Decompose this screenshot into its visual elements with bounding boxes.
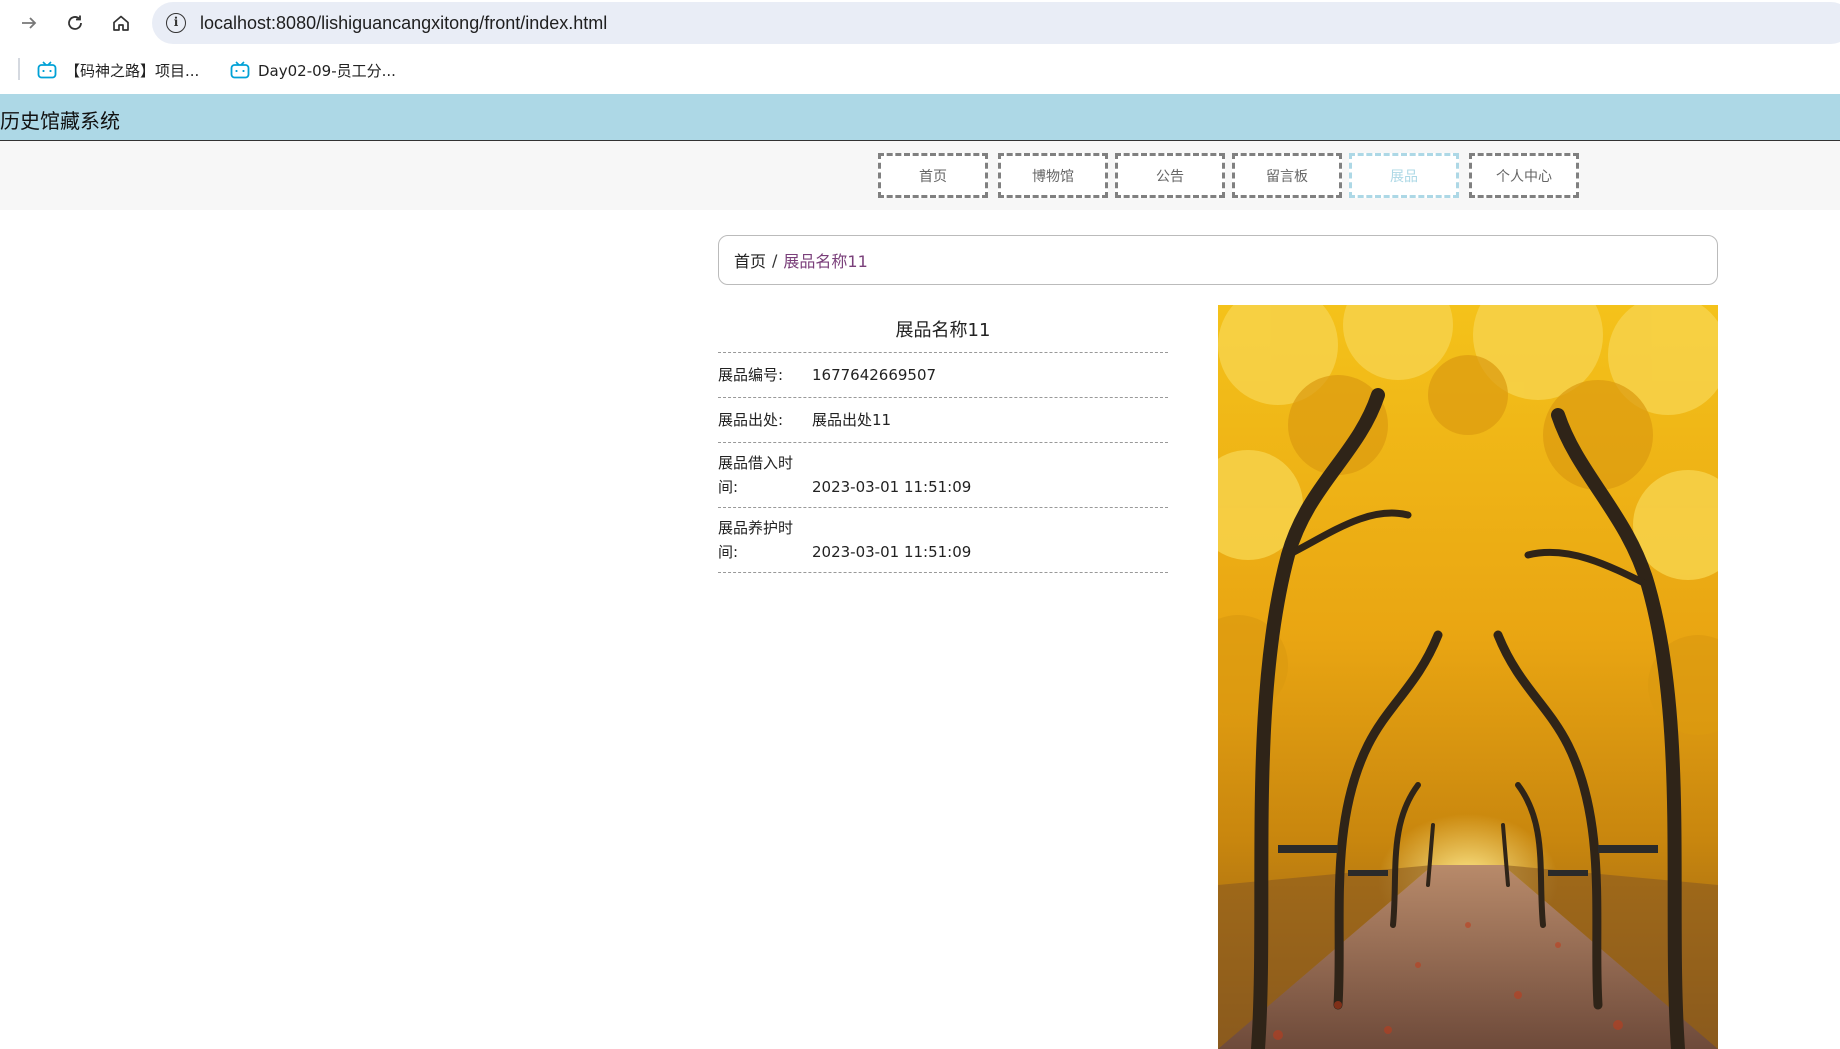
nav-message-board[interactable]: 留言板	[1232, 153, 1342, 198]
exhibit-title: 展品名称11	[718, 305, 1168, 353]
field-value: 2023-03-01 11:51:09	[812, 543, 972, 561]
field-label: 展品养护时间:	[718, 519, 794, 561]
nav-personal-center[interactable]: 个人中心	[1469, 153, 1579, 198]
field-label: 展品编号:	[718, 366, 784, 384]
browser-toolbar: i localhost:8080/lishiguancangxitong/fro…	[0, 0, 1840, 46]
exhibit-detail: 展品名称11 展品编号: 1677642669507 展品出处: 展品出处11 …	[718, 305, 1168, 573]
field-row: 展品出处: 展品出处11	[718, 398, 1168, 443]
nav-announcements[interactable]: 公告	[1115, 153, 1225, 198]
url-text[interactable]: localhost:8080/lishiguancangxitong/front…	[200, 13, 607, 34]
bookmark-label: Day02-09-员工分...	[258, 61, 396, 80]
main-nav: 首页 博物馆 公告 留言板 展品 个人中心	[0, 141, 1840, 210]
nav-home[interactable]: 首页	[878, 153, 988, 198]
bookmark-item[interactable]: Day02-09-员工分...	[230, 58, 396, 82]
bookmark-item[interactable]: 【码神之路】项目...	[37, 58, 199, 82]
bookmark-label: 【码神之路】项目...	[65, 61, 200, 80]
field-label: 展品借入时间:	[718, 454, 794, 496]
site-info-icon[interactable]: i	[166, 13, 186, 33]
site-header: 历史馆藏系统	[0, 94, 1840, 141]
exhibit-image	[1218, 305, 1718, 1049]
breadcrumb-separator: /	[772, 250, 778, 270]
breadcrumb-current: 展品名称11	[783, 252, 868, 271]
reload-icon[interactable]	[60, 8, 90, 38]
nav-museum[interactable]: 博物馆	[998, 153, 1108, 198]
site-title: 历史馆藏系统	[0, 109, 120, 133]
field-value: 展品出处11	[812, 411, 892, 429]
address-bar[interactable]: i localhost:8080/lishiguancangxitong/fro…	[152, 2, 1840, 44]
bilibili-tv-icon	[37, 61, 57, 79]
nav-exhibits[interactable]: 展品	[1349, 153, 1459, 198]
breadcrumb-home[interactable]: 首页	[734, 248, 766, 272]
field-value: 1677642669507	[812, 366, 937, 384]
field-label: 展品出处:	[718, 411, 784, 429]
bilibili-tv-icon	[230, 61, 250, 79]
home-icon[interactable]	[106, 8, 136, 38]
bookmarks-bar: 【码神之路】项目... Day02-09-员工分...	[0, 46, 1840, 94]
breadcrumb: 首页 / 展品名称11	[718, 235, 1718, 285]
forward-icon[interactable]	[14, 8, 44, 38]
field-value: 2023-03-01 11:51:09	[812, 478, 972, 496]
field-row: 展品编号: 1677642669507	[718, 353, 1168, 398]
bookmarks-divider	[18, 58, 20, 80]
field-row: 展品借入时间: 2023-03-01 11:51:09	[718, 443, 1168, 508]
field-row: 展品养护时间: 2023-03-01 11:51:09	[718, 508, 1168, 573]
